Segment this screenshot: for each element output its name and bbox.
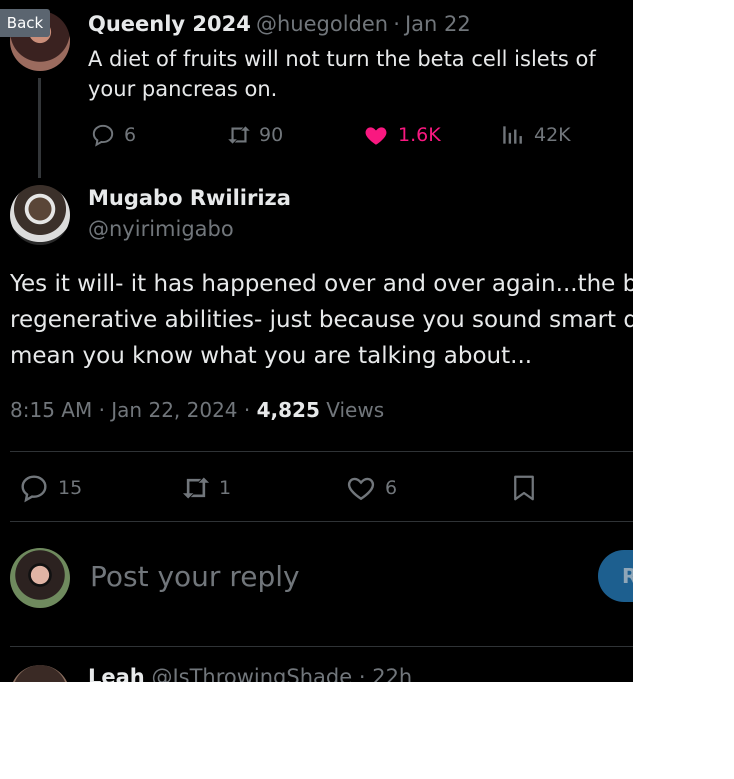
separator-dot: · — [358, 665, 366, 682]
views-label: Views — [326, 398, 385, 422]
divider — [10, 521, 633, 522]
next-post-time[interactable]: 22h — [372, 665, 412, 682]
bookmark-button[interactable] — [509, 472, 539, 504]
reply-icon — [90, 122, 116, 148]
parent-post-date[interactable]: Jan 22 — [405, 12, 471, 36]
main-repost-button[interactable]: 1 — [179, 472, 231, 504]
parent-author-name[interactable]: Queenly 2024 — [88, 12, 251, 36]
parent-views-button[interactable]: 42K — [500, 122, 571, 148]
post-timestamp[interactable]: 8:15 AM · Jan 22, 2024 · — [10, 398, 257, 422]
views-icon — [500, 122, 526, 148]
parent-repost-count: 90 — [259, 124, 284, 146]
mugabo-avatar[interactable] — [10, 185, 70, 245]
heart-icon — [345, 472, 377, 504]
views-count: 4,825 — [256, 398, 320, 422]
repost-icon — [179, 472, 213, 504]
thread-line — [38, 78, 41, 178]
parent-reply-count: 6 — [124, 124, 137, 146]
parent-views-count: 42K — [534, 124, 571, 146]
parent-post-header: Queenly 2024 @huegolden · Jan 22 — [88, 12, 471, 36]
viewport: Queenly 2024 @huegolden · Jan 22 A diet … — [0, 0, 633, 682]
next-post-header: Leah @IsThrowingShade · 22h — [88, 665, 412, 682]
next-author-handle[interactable]: @IsThrowingShade — [151, 665, 352, 682]
next-author-name[interactable]: Leah — [88, 665, 145, 682]
main-repost-count: 1 — [219, 477, 232, 499]
parent-reply-button[interactable]: 6 — [90, 122, 136, 148]
parent-repost-button[interactable]: 90 — [225, 122, 283, 148]
main-like-count: 6 — [385, 477, 398, 499]
heart-icon — [362, 122, 390, 148]
leah-avatar[interactable] — [10, 665, 70, 682]
main-author-name[interactable]: Mugabo Rwiliriza — [88, 186, 291, 210]
divider — [10, 451, 633, 452]
parent-post-text: A diet of fruits will not turn the beta … — [88, 47, 596, 101]
parent-like-count: 1.6K — [398, 124, 441, 146]
separator-dot: · — [393, 12, 400, 36]
parent-like-button[interactable]: 1.6K — [362, 122, 441, 148]
divider — [10, 646, 633, 647]
main-like-button[interactable]: 6 — [345, 472, 397, 504]
main-author-handle[interactable]: @nyirimigabo — [88, 217, 234, 241]
reply-button[interactable]: R — [598, 550, 633, 602]
main-reply-count: 15 — [58, 477, 83, 499]
reply-icon — [18, 472, 50, 504]
repost-icon — [225, 122, 253, 148]
back-button[interactable]: Back — [0, 9, 50, 37]
parent-author-handle[interactable]: @huegolden — [256, 12, 388, 36]
post-meta: 8:15 AM · Jan 22, 2024 · 4,825 Views — [10, 398, 384, 422]
reply-input[interactable]: Post your reply — [90, 560, 300, 593]
main-post-text: Yes it will- it has happened over and ov… — [10, 271, 633, 369]
user-avatar[interactable] — [10, 548, 70, 608]
bookmark-icon — [509, 472, 539, 504]
main-reply-button[interactable]: 15 — [18, 472, 82, 504]
